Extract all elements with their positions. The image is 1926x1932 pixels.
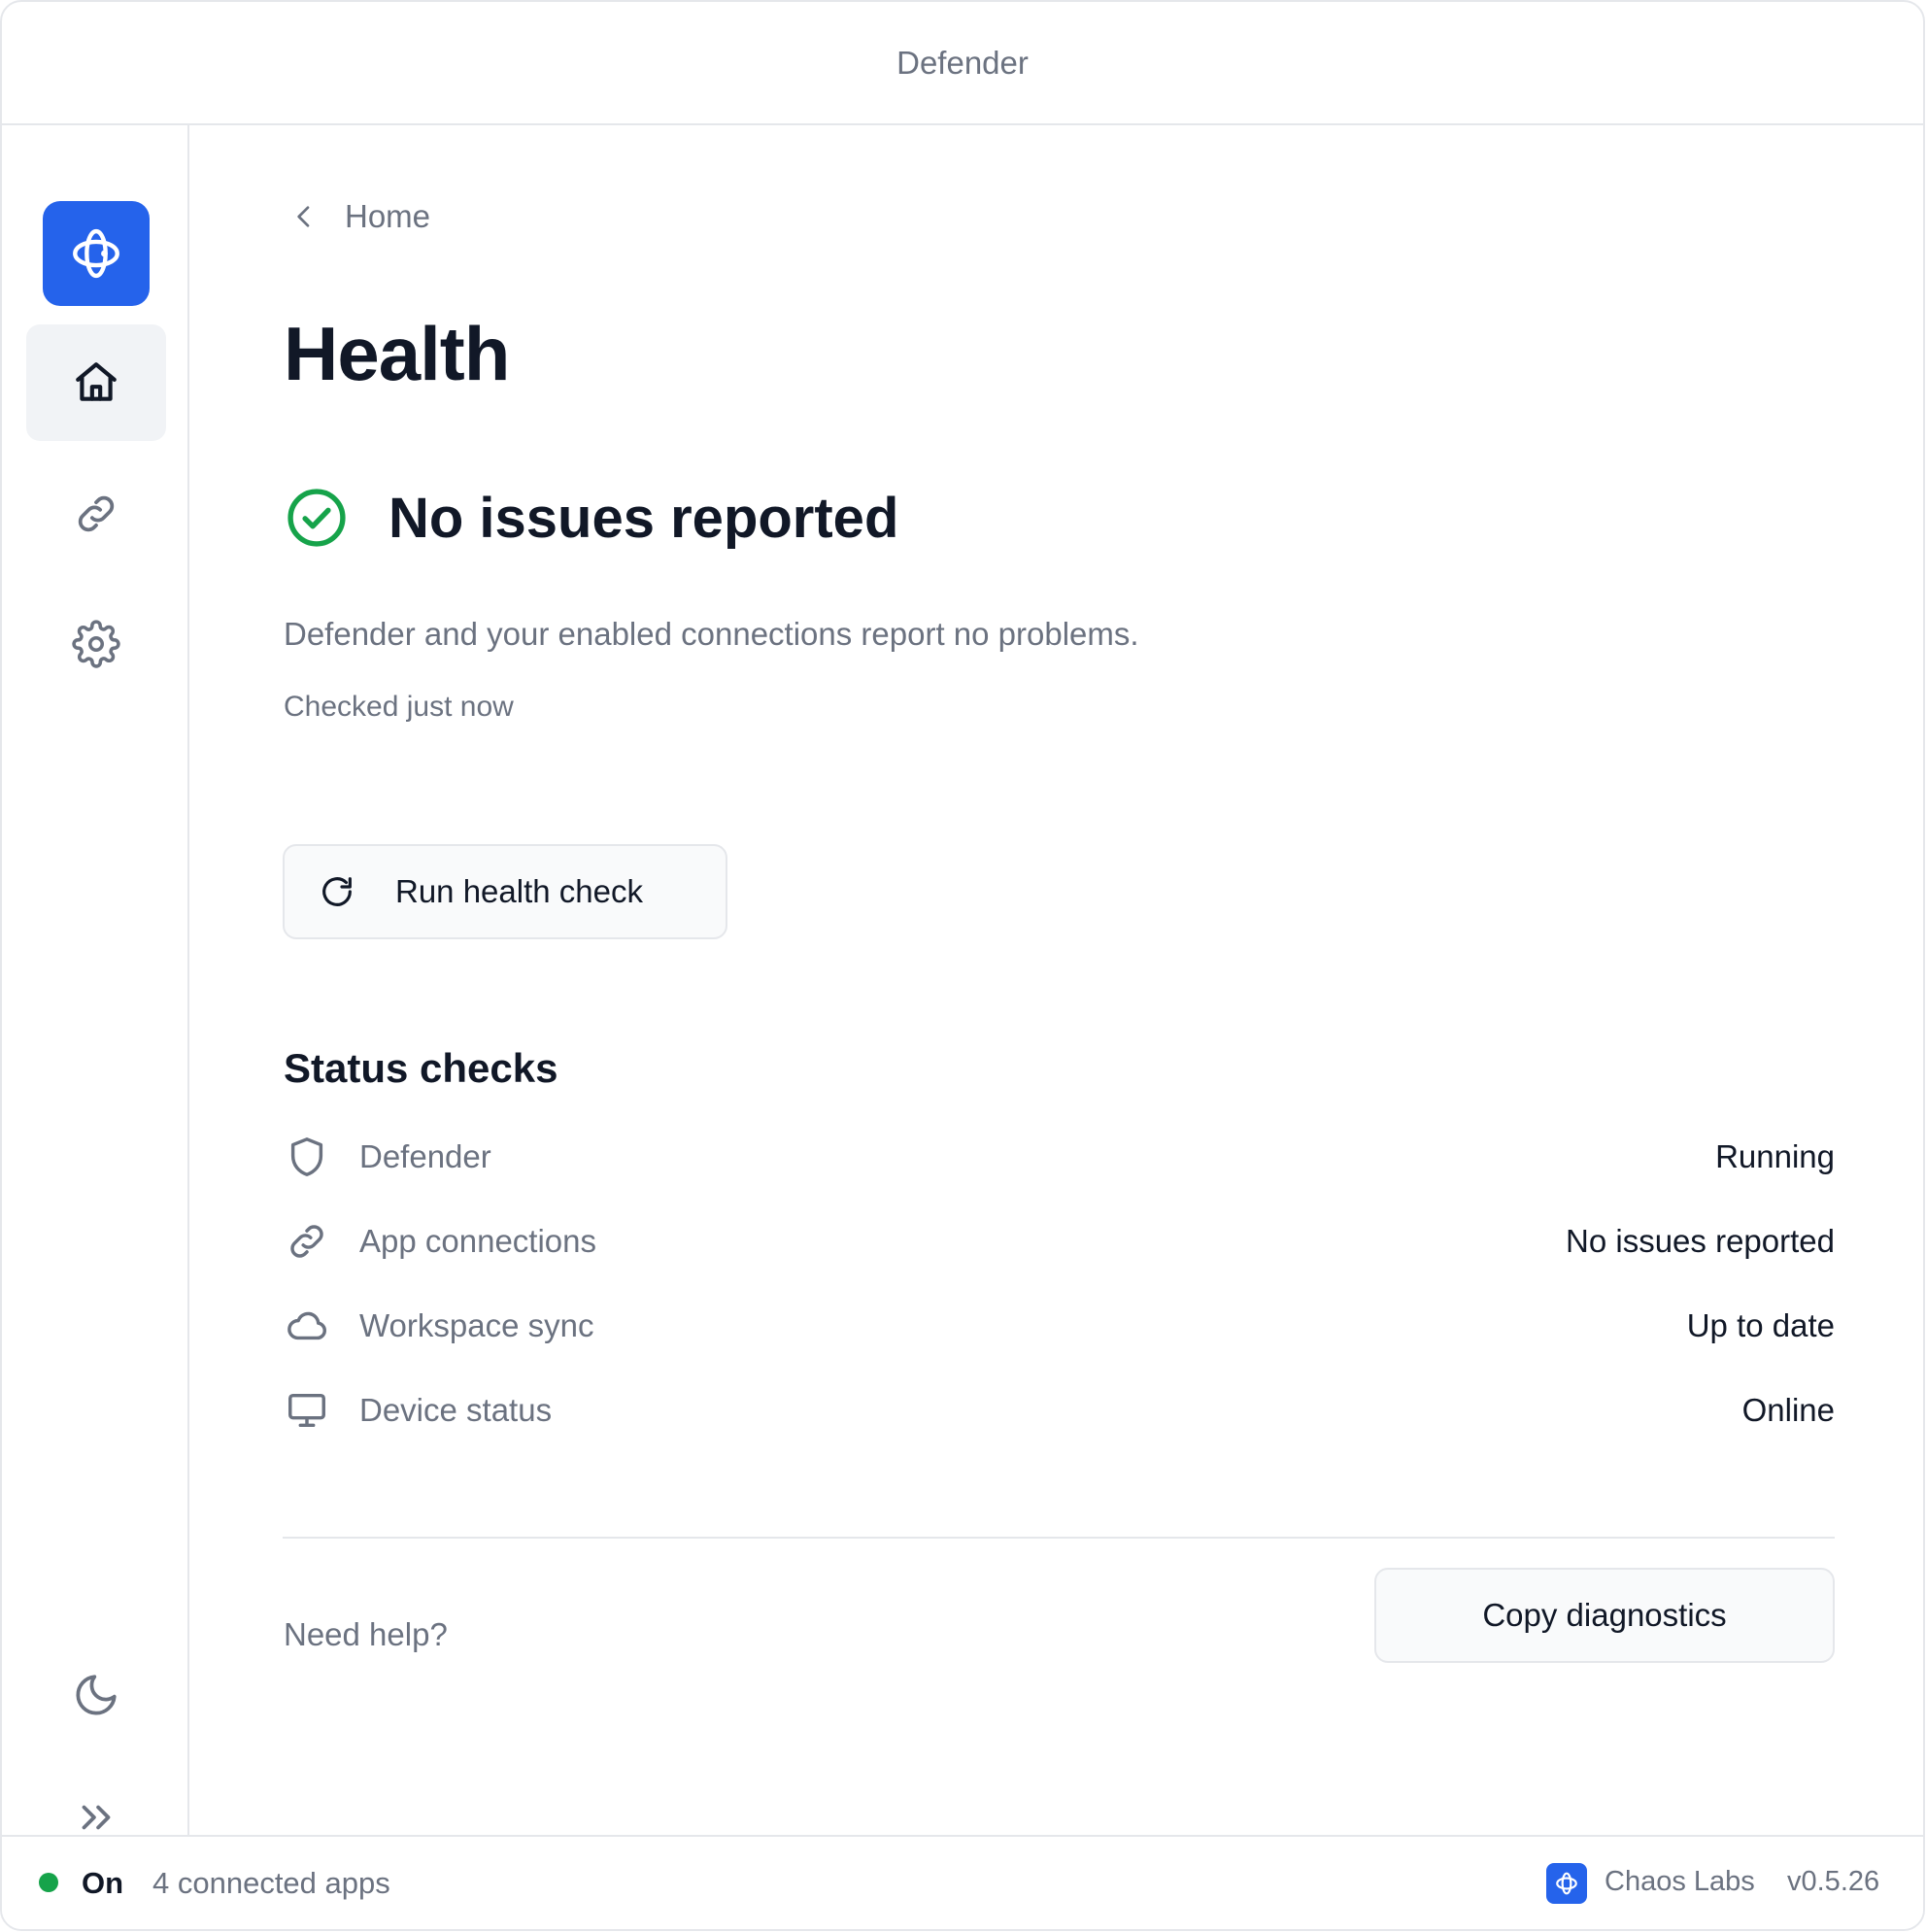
app-window: Defender Home Health No issues reported …: [0, 0, 1925, 1931]
shield-icon: [290, 1136, 323, 1176]
status-row-app-connections: App connections No issues reported: [284, 1199, 1835, 1283]
status-row-label: App connections: [359, 1222, 597, 1259]
breadcrumb-label: Home: [345, 198, 431, 234]
link-icon: [78, 495, 115, 532]
protection-state: On: [82, 1866, 124, 1900]
status-row-value: No issues reported: [1566, 1222, 1835, 1259]
status-row-value: Online: [1741, 1391, 1835, 1428]
copy-diagnostics-label: Copy diagnostics: [1482, 1597, 1727, 1633]
orbit-logo-icon: [73, 228, 119, 279]
run-health-check-label: Run health check: [395, 873, 643, 909]
sidebar: [2, 125, 189, 1835]
status-bar: On 4 connected apps Chaos Labs v0.5.26: [2, 1835, 1923, 1929]
health-status-title: No issues reported: [389, 486, 899, 550]
link-icon: [290, 1224, 323, 1258]
title-bar: Defender: [2, 2, 1923, 125]
health-description: Defender and your enabled connections re…: [284, 616, 1139, 652]
brand-name: Chaos Labs: [1605, 1866, 1755, 1897]
app-logo[interactable]: [43, 201, 150, 306]
check-circle-icon: [287, 489, 346, 547]
monitor-icon: [288, 1393, 325, 1427]
cloud-icon: [287, 1311, 326, 1339]
status-row-label: Device status: [359, 1391, 553, 1428]
status-row-label: Workspace sync: [359, 1306, 594, 1343]
breadcrumb-back[interactable]: Home: [288, 198, 430, 235]
status-row-value: Up to date: [1686, 1306, 1835, 1343]
sidebar-item-connections[interactable]: [26, 456, 166, 572]
sidebar-item-home[interactable]: [26, 324, 166, 441]
window-title: Defender: [896, 44, 1029, 81]
status-checks-title: Status checks: [284, 1045, 558, 1091]
sidebar-item-settings[interactable]: [26, 586, 166, 702]
footer-divider: [283, 1537, 1835, 1539]
brand-logo: [1546, 1863, 1587, 1904]
chevron-left-icon: [297, 206, 310, 227]
health-status-header: No issues reported: [284, 485, 898, 551]
status-row-value: Running: [1715, 1137, 1835, 1174]
home-icon: [76, 362, 117, 401]
status-row-label: Defender: [359, 1137, 491, 1174]
connected-apps-count[interactable]: 4 connected apps: [152, 1866, 390, 1901]
need-help-label: Need help?: [284, 1616, 448, 1652]
last-checked-label: Checked just now: [284, 691, 514, 723]
app-version: v0.5.26: [1787, 1866, 1880, 1897]
gear-icon: [72, 620, 120, 668]
copy-diagnostics-button[interactable]: Copy diagnostics: [1374, 1568, 1835, 1663]
orbit-logo-icon: [1556, 1872, 1577, 1895]
refresh-icon: [322, 877, 352, 906]
run-health-check-button[interactable]: Run health check: [283, 844, 727, 939]
main-content: Home Health No issues reported Defender …: [191, 125, 1923, 1835]
page-title: Health: [284, 311, 510, 396]
status-row-defender: Defender Running: [284, 1114, 1835, 1199]
moon-icon: [76, 1675, 117, 1715]
status-row-workspace-sync: Workspace sync Up to date: [284, 1283, 1835, 1368]
theme-toggle-button[interactable]: [26, 1637, 166, 1753]
status-dot: [39, 1873, 58, 1892]
status-checks-list: Defender Running App connections No issu…: [284, 1114, 1835, 1452]
status-row-device-status: Device status Online: [284, 1368, 1835, 1452]
